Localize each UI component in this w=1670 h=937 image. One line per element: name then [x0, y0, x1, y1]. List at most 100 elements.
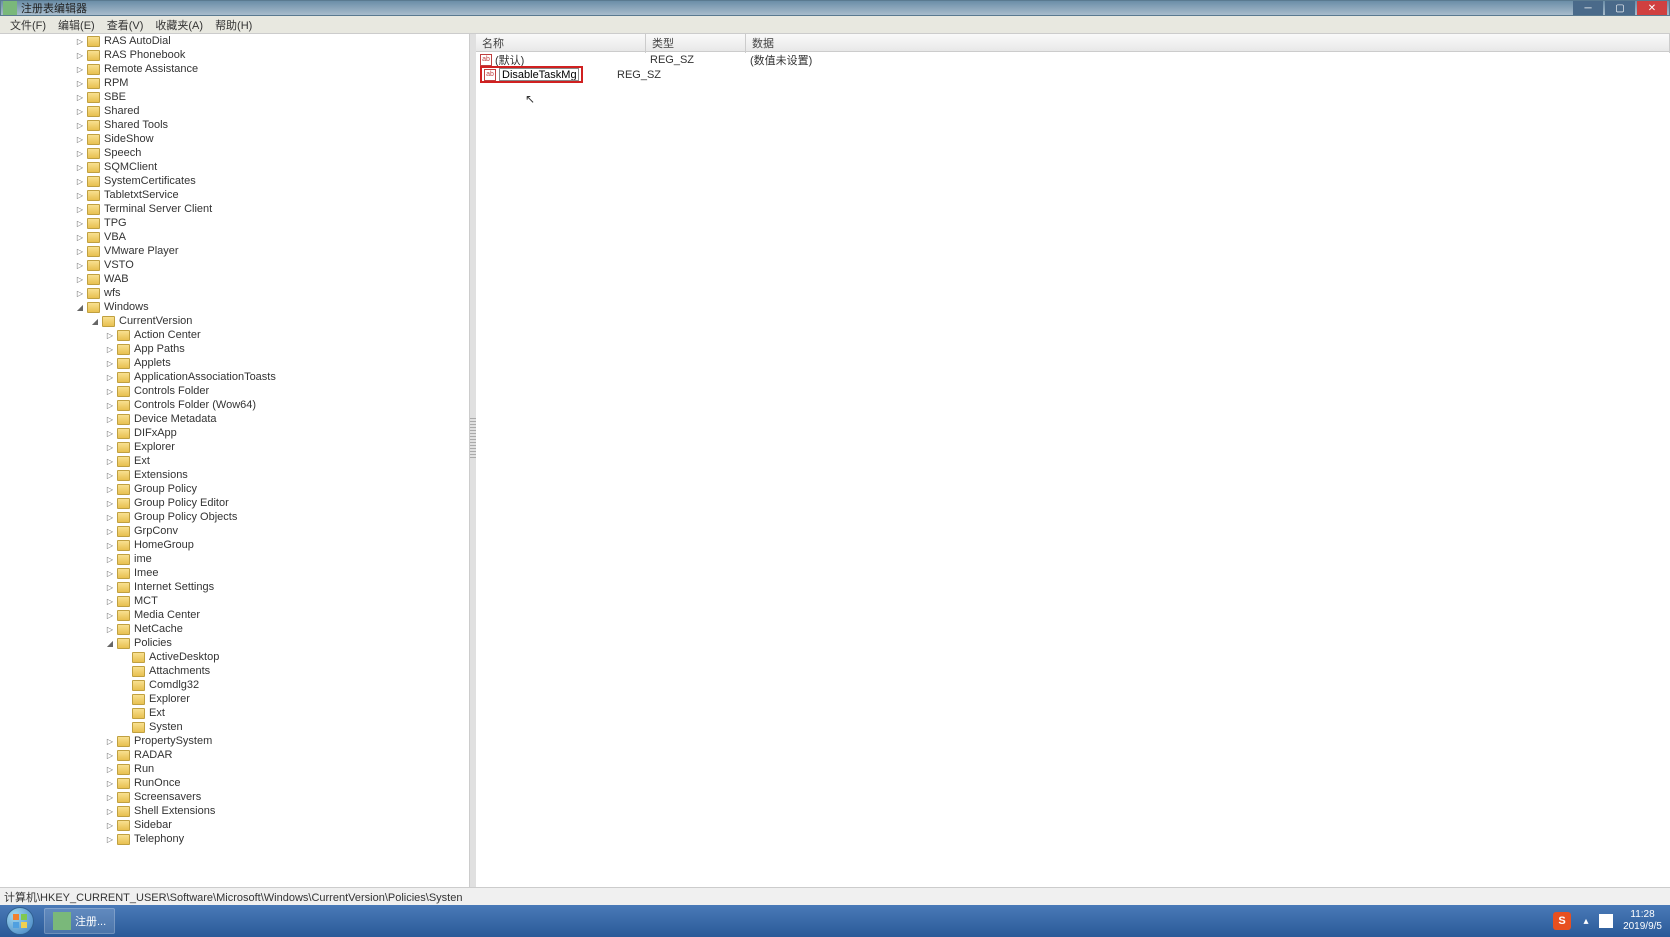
tree-item[interactable]: ▷Run: [0, 762, 469, 776]
tree-item[interactable]: ▷Group Policy: [0, 482, 469, 496]
tree-item[interactable]: Explorer: [0, 692, 469, 706]
tree-item[interactable]: ▷Controls Folder: [0, 384, 469, 398]
tree-item[interactable]: ▷wfs: [0, 286, 469, 300]
expander-closed-icon[interactable]: ▷: [105, 442, 115, 452]
tree-item[interactable]: ▷NetCache: [0, 622, 469, 636]
tree-item[interactable]: ▷TPG: [0, 216, 469, 230]
menu-help[interactable]: 帮助(H): [209, 15, 258, 35]
splitter[interactable]: [470, 34, 476, 887]
expander-closed-icon[interactable]: ▷: [75, 50, 85, 60]
expander-closed-icon[interactable]: ▷: [75, 78, 85, 88]
maximize-button[interactable]: ▢: [1605, 1, 1635, 15]
expander-closed-icon[interactable]: ▷: [105, 358, 115, 368]
tree-item[interactable]: Comdlg32: [0, 678, 469, 692]
expander-closed-icon[interactable]: ▷: [105, 526, 115, 536]
tree-item[interactable]: ▷RADAR: [0, 748, 469, 762]
tree-item[interactable]: ◢Policies: [0, 636, 469, 650]
close-button[interactable]: ✕: [1637, 1, 1667, 15]
tree-item[interactable]: ▷TabletxtService: [0, 188, 469, 202]
expander-open-icon[interactable]: ◢: [75, 302, 85, 312]
expander-closed-icon[interactable]: ▷: [75, 288, 85, 298]
expander-open-icon[interactable]: ◢: [105, 638, 115, 648]
expander-closed-icon[interactable]: ▷: [75, 232, 85, 242]
expander-closed-icon[interactable]: ▷: [75, 148, 85, 158]
tree-item[interactable]: ▷SBE: [0, 90, 469, 104]
expander-open-icon[interactable]: ◢: [90, 316, 100, 326]
clock[interactable]: 11:28 2019/9/5: [1623, 909, 1662, 933]
expander-closed-icon[interactable]: ▷: [105, 386, 115, 396]
tree-item[interactable]: ▷Applets: [0, 356, 469, 370]
tree-item[interactable]: ▷Screensavers: [0, 790, 469, 804]
start-button[interactable]: [0, 905, 40, 937]
tree-item[interactable]: ◢CurrentVersion: [0, 314, 469, 328]
tree-item[interactable]: ▷PropertySystem: [0, 734, 469, 748]
tree-item[interactable]: Ext: [0, 706, 469, 720]
tree-item[interactable]: Systen: [0, 720, 469, 734]
expander-closed-icon[interactable]: ▷: [105, 372, 115, 382]
tree-item[interactable]: ▷Device Metadata: [0, 412, 469, 426]
expander-closed-icon[interactable]: ▷: [75, 106, 85, 116]
tree-item[interactable]: Attachments: [0, 664, 469, 678]
tree-item[interactable]: ▷Explorer: [0, 440, 469, 454]
tree-item[interactable]: ▷Remote Assistance: [0, 62, 469, 76]
expander-closed-icon[interactable]: ▷: [105, 792, 115, 802]
expander-closed-icon[interactable]: ▷: [75, 176, 85, 186]
expander-closed-icon[interactable]: ▷: [105, 624, 115, 634]
expander-closed-icon[interactable]: ▷: [75, 92, 85, 102]
expander-closed-icon[interactable]: ▷: [75, 246, 85, 256]
tree-item[interactable]: ▷SQMClient: [0, 160, 469, 174]
tree-item[interactable]: ▷Speech: [0, 146, 469, 160]
tree-item[interactable]: ▷Group Policy Objects: [0, 510, 469, 524]
expander-closed-icon[interactable]: ▷: [75, 274, 85, 284]
tree-item[interactable]: ▷VBA: [0, 230, 469, 244]
expander-closed-icon[interactable]: ▷: [105, 568, 115, 578]
expander-closed-icon[interactable]: ▷: [105, 806, 115, 816]
list-row[interactable]: ab (默认) REG_SZ (数值未设置): [476, 52, 1670, 67]
expander-closed-icon[interactable]: ▷: [105, 400, 115, 410]
tree-item[interactable]: ▷Action Center: [0, 328, 469, 342]
tree-item[interactable]: ▷App Paths: [0, 342, 469, 356]
ime-icon[interactable]: S: [1553, 912, 1571, 930]
tree-item[interactable]: ◢Windows: [0, 300, 469, 314]
tree-item[interactable]: ▷Sidebar: [0, 818, 469, 832]
header-data[interactable]: 数据: [746, 34, 1670, 53]
expander-closed-icon[interactable]: ▷: [105, 484, 115, 494]
menu-edit[interactable]: 编辑(E): [52, 15, 101, 35]
expander-closed-icon[interactable]: ▷: [105, 764, 115, 774]
expander-closed-icon[interactable]: ▷: [105, 344, 115, 354]
minimize-button[interactable]: ─: [1573, 1, 1603, 15]
header-type[interactable]: 类型: [646, 34, 746, 53]
expander-closed-icon[interactable]: ▷: [105, 470, 115, 480]
menu-view[interactable]: 查看(V): [101, 15, 150, 35]
expander-closed-icon[interactable]: ▷: [105, 428, 115, 438]
tree-item[interactable]: ▷Shared: [0, 104, 469, 118]
tree-panel[interactable]: ▷RAS AutoDial▷RAS Phonebook▷Remote Assis…: [0, 34, 470, 887]
tree-item[interactable]: ▷RunOnce: [0, 776, 469, 790]
tree-item[interactable]: ▷Controls Folder (Wow64): [0, 398, 469, 412]
expander-closed-icon[interactable]: ▷: [105, 498, 115, 508]
expander-closed-icon[interactable]: ▷: [105, 540, 115, 550]
tree-item[interactable]: ▷DIFxApp: [0, 426, 469, 440]
tree-item[interactable]: ▷RAS Phonebook: [0, 48, 469, 62]
expander-closed-icon[interactable]: ▷: [75, 162, 85, 172]
expander-closed-icon[interactable]: ▷: [105, 736, 115, 746]
expander-closed-icon[interactable]: ▷: [75, 190, 85, 200]
header-name[interactable]: 名称: [476, 34, 646, 53]
expander-closed-icon[interactable]: ▷: [105, 414, 115, 424]
expander-closed-icon[interactable]: ▷: [105, 554, 115, 564]
expander-closed-icon[interactable]: ▷: [105, 512, 115, 522]
tree-item[interactable]: ▷Shell Extensions: [0, 804, 469, 818]
tree-item[interactable]: ▷Ext: [0, 454, 469, 468]
list-row-editing[interactable]: ab REG_SZ: [476, 67, 1670, 82]
rename-input[interactable]: [499, 68, 579, 81]
expander-closed-icon[interactable]: ▷: [105, 610, 115, 620]
expander-closed-icon[interactable]: ▷: [105, 750, 115, 760]
tree-item[interactable]: ▷ApplicationAssociationToasts: [0, 370, 469, 384]
expander-closed-icon[interactable]: ▷: [105, 582, 115, 592]
tree-item[interactable]: ▷ime: [0, 552, 469, 566]
expander-closed-icon[interactable]: ▷: [105, 330, 115, 340]
tray-expand-icon[interactable]: ▴: [1579, 914, 1593, 928]
tree-item[interactable]: ▷RPM: [0, 76, 469, 90]
expander-closed-icon[interactable]: ▷: [75, 204, 85, 214]
tree-item[interactable]: ▷Telephony: [0, 832, 469, 846]
